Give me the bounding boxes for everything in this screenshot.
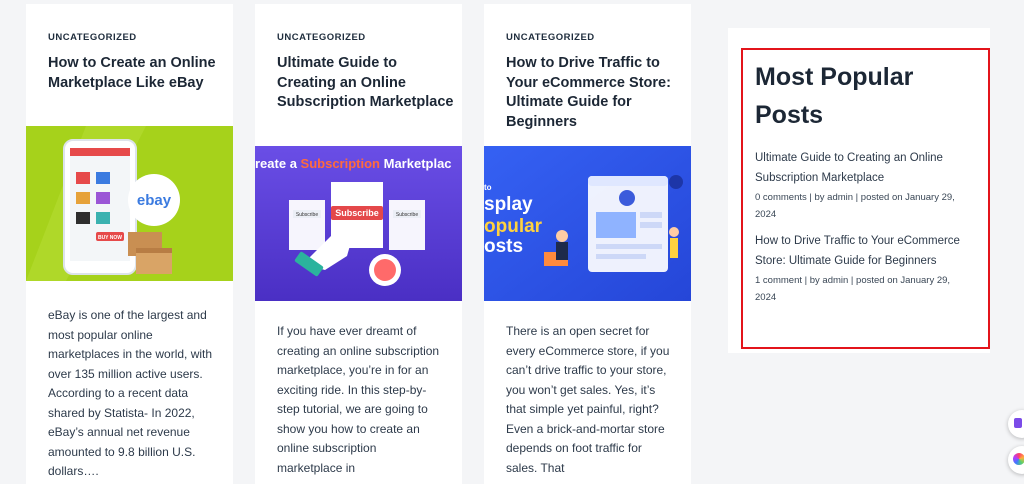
hero-text-line2: splay bbox=[484, 194, 533, 215]
floating-action-button[interactable] bbox=[1008, 446, 1024, 474]
banner-prefix: reate a bbox=[255, 156, 301, 171]
ebay-marketplace-illustration: BUY NOW ebay bbox=[26, 126, 233, 281]
post-title[interactable]: Ultimate Guide to Creating an Online Sub… bbox=[277, 54, 457, 113]
hero-text-line1: to bbox=[484, 183, 492, 192]
post-category[interactable]: UNCATEGORIZED bbox=[48, 32, 137, 43]
post-thumbnail[interactable]: reate a Subscription Marketplac Subscrib… bbox=[255, 146, 462, 301]
banner-accent: Subscription bbox=[301, 156, 381, 171]
side-subscribe-label: Subscribe bbox=[396, 212, 418, 218]
buy-now-label: BUY NOW bbox=[98, 235, 122, 241]
post-card: UNCATEGORIZED Ultimate Guide to Creating… bbox=[255, 4, 462, 484]
chat-icon bbox=[1014, 418, 1022, 428]
post-title[interactable]: How to Create an Online Marketplace Like… bbox=[48, 54, 228, 93]
post-excerpt: If you have ever dreamt of creating an o… bbox=[277, 324, 440, 475]
ebay-logo-text: ebay bbox=[137, 192, 172, 209]
post-thumbnail[interactable]: BUY NOW ebay bbox=[26, 126, 233, 281]
subscription-marketplace-illustration: reate a Subscription Marketplac Subscrib… bbox=[255, 146, 462, 301]
hero-text-line3: opular bbox=[484, 216, 543, 237]
post-category[interactable]: UNCATEGORIZED bbox=[506, 32, 595, 43]
svg-text:reate a Subscription Marketpla: reate a Subscription Marketplac bbox=[255, 156, 452, 171]
popular-posts-illustration: to splay opular osts bbox=[484, 146, 691, 301]
main-subscribe-label: Subscribe bbox=[335, 208, 379, 218]
color-wheel-icon bbox=[1013, 453, 1024, 465]
floating-action-button[interactable] bbox=[1008, 410, 1024, 438]
side-subscribe-label: Subscribe bbox=[296, 212, 318, 218]
hero-text-line4: osts bbox=[484, 236, 523, 257]
post-thumbnail[interactable]: to splay opular osts bbox=[484, 146, 691, 301]
banner-suffix: Marketplac bbox=[380, 156, 452, 171]
post-card: UNCATEGORIZED How to Drive Traffic to Yo… bbox=[484, 4, 691, 484]
post-card: UNCATEGORIZED How to Create an Online Ma… bbox=[26, 4, 233, 484]
post-excerpt: There is an open secret for every eComme… bbox=[506, 324, 670, 475]
post-title[interactable]: How to Drive Traffic to Your eCommerce S… bbox=[506, 54, 686, 132]
post-category[interactable]: UNCATEGORIZED bbox=[277, 32, 366, 43]
post-excerpt: eBay is one of the largest and most popu… bbox=[48, 308, 213, 478]
highlight-frame bbox=[741, 48, 990, 349]
